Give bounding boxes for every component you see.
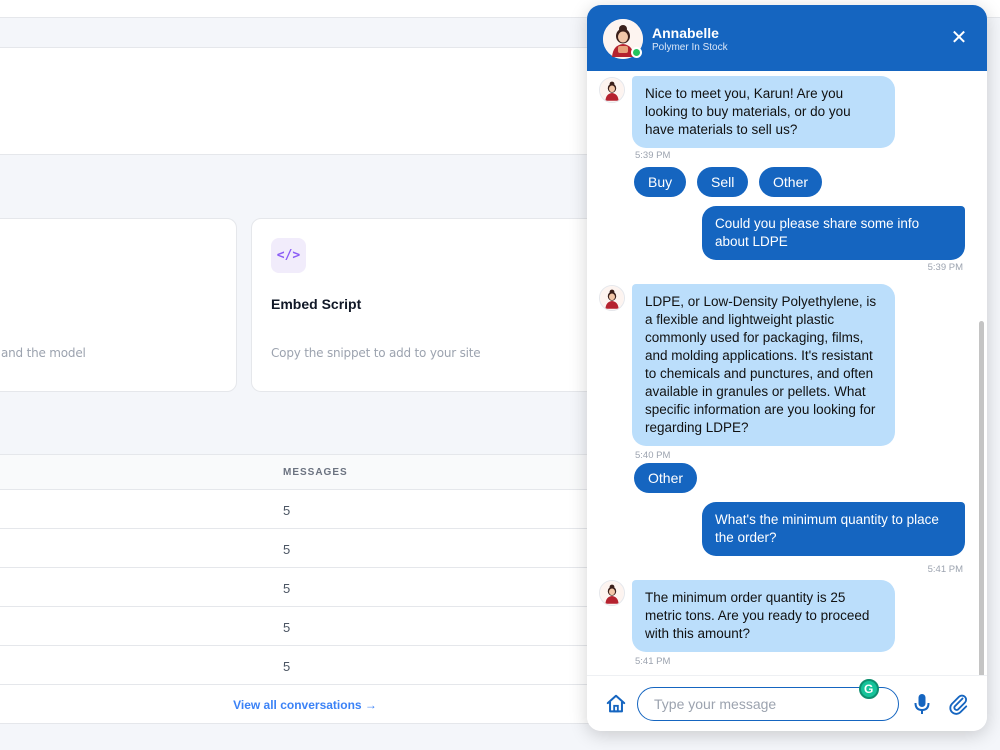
setup-card-desc: and the model [1, 346, 86, 360]
agent-subtitle: Polymer In Stock [652, 42, 728, 53]
bot-message: Nice to meet you, Karun! Are you looking… [632, 76, 895, 148]
message-count: 5 [283, 503, 291, 518]
microphone-icon[interactable] [912, 692, 932, 716]
online-status-dot [631, 47, 642, 58]
setup-card[interactable]: and the model [0, 218, 237, 392]
grammarly-icon[interactable]: G [859, 679, 879, 699]
grammarly-glyph: G [864, 682, 874, 696]
quick-reply-other[interactable]: Other [634, 463, 698, 493]
quick-reply-other[interactable]: Other [759, 167, 823, 197]
message-timestamp: 5:41 PM [635, 656, 671, 667]
home-icon[interactable] [605, 693, 627, 715]
table-row[interactable]: 5 [0, 646, 599, 685]
message-count: 5 [283, 542, 291, 557]
table-row[interactable]: 5 [0, 529, 599, 568]
chat-widget: Annabelle Polymer In Stock ✕ Nice to mee… [587, 5, 987, 731]
chat-header: Annabelle Polymer In Stock ✕ [587, 5, 987, 71]
quick-reply-sell[interactable]: Sell [697, 167, 749, 197]
message-list[interactable]: Nice to meet you, Karun! Are you looking… [587, 71, 987, 675]
table-header: MESSAGES [0, 455, 599, 490]
message-timestamp: 5:40 PM [635, 450, 671, 461]
table-row[interactable]: 5 [0, 607, 599, 646]
message-count: 5 [283, 581, 291, 596]
code-icon: </> [271, 238, 306, 273]
embed-script-desc: Copy the snippet to add to your site [271, 346, 481, 360]
bot-avatar [599, 580, 625, 606]
embed-script-card[interactable]: </> Embed Script Copy the snippet to add… [251, 218, 611, 392]
message-timestamp: 5:41 PM [927, 564, 963, 575]
user-message: Could you please share some info about L… [702, 206, 965, 260]
table-row[interactable]: 5 [0, 490, 599, 529]
message-timestamp: 5:39 PM [927, 262, 963, 273]
embed-script-title: Embed Script [271, 296, 362, 312]
user-message: What's the minimum quantity to place the… [702, 502, 965, 556]
message-count: 5 [283, 659, 291, 674]
chat-footer: G [587, 675, 987, 731]
table-row[interactable]: 5 [0, 568, 599, 607]
conversations-table: MESSAGES 5 5 5 5 5 View all conversation… [0, 454, 600, 724]
agent-name: Annabelle [652, 25, 719, 41]
dashboard-panel [0, 47, 600, 155]
close-icon[interactable]: ✕ [947, 26, 971, 50]
view-all-conversations-link[interactable]: View all conversations → [0, 698, 599, 712]
messages-column-header: MESSAGES [283, 467, 348, 478]
message-list-scrollbar[interactable] [979, 321, 984, 675]
paperclip-icon[interactable] [947, 692, 969, 716]
bot-message: LDPE, or Low-Density Polyethylene, is a … [632, 284, 895, 446]
message-timestamp: 5:39 PM [635, 150, 671, 161]
message-count: 5 [283, 620, 291, 635]
bot-avatar [599, 285, 625, 311]
bot-message: The minimum order quantity is 25 metric … [632, 580, 895, 652]
quick-reply-buy[interactable]: Buy [634, 167, 687, 197]
bot-avatar [599, 77, 625, 103]
